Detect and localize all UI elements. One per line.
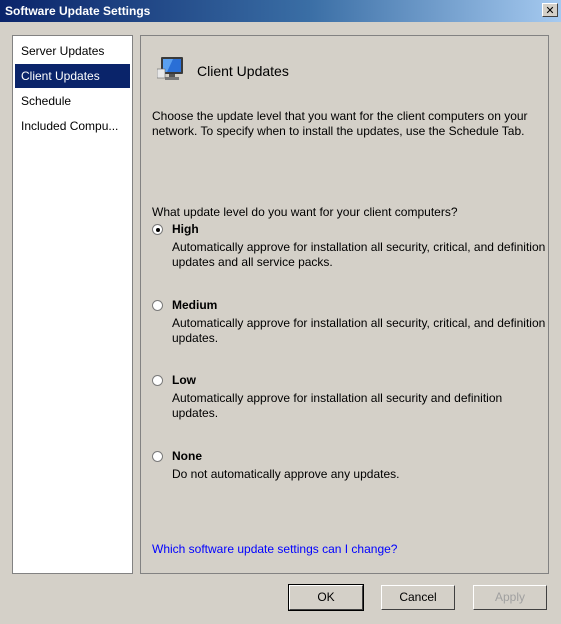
settings-panel: Client Updates Choose the update level t… [140, 35, 549, 574]
question-text: What update level do you want for your c… [152, 205, 458, 219]
option-label[interactable]: None [172, 449, 202, 463]
sidebar-item-included-computers[interactable]: Included Compu... [15, 114, 130, 138]
apply-button[interactable]: Apply [473, 585, 547, 610]
sidebar: Server Updates Client Updates Schedule I… [12, 35, 133, 574]
option-description: Automatically approve for installation a… [172, 391, 503, 420]
option-label[interactable]: Low [172, 373, 196, 387]
sidebar-item-server-updates[interactable]: Server Updates [15, 39, 130, 63]
window-title: Software Update Settings [5, 4, 151, 18]
option-description: Automatically approve for installation a… [172, 240, 546, 269]
monitor-icon [157, 57, 183, 80]
sidebar-item-client-updates[interactable]: Client Updates [15, 64, 130, 88]
title-bar: Software Update Settings ✕ [0, 0, 561, 22]
radio-medium[interactable] [152, 300, 163, 311]
sidebar-item-schedule[interactable]: Schedule [15, 89, 130, 113]
option-label[interactable]: High [172, 222, 199, 236]
option-description: Do not automatically approve any updates… [172, 467, 400, 481]
radio-high[interactable] [152, 224, 163, 235]
intro-text: Choose the update level that you want fo… [152, 109, 528, 138]
help-link[interactable]: Which software update settings can I cha… [152, 542, 397, 556]
close-button[interactable]: ✕ [542, 3, 558, 17]
option-description: Automatically approve for installation a… [172, 316, 546, 345]
ok-button[interactable]: OK [288, 584, 364, 611]
option-label[interactable]: Medium [172, 298, 217, 312]
radio-low[interactable] [152, 375, 163, 386]
radio-none[interactable] [152, 451, 163, 462]
panel-title: Client Updates [197, 63, 289, 79]
cancel-button[interactable]: Cancel [381, 585, 455, 610]
